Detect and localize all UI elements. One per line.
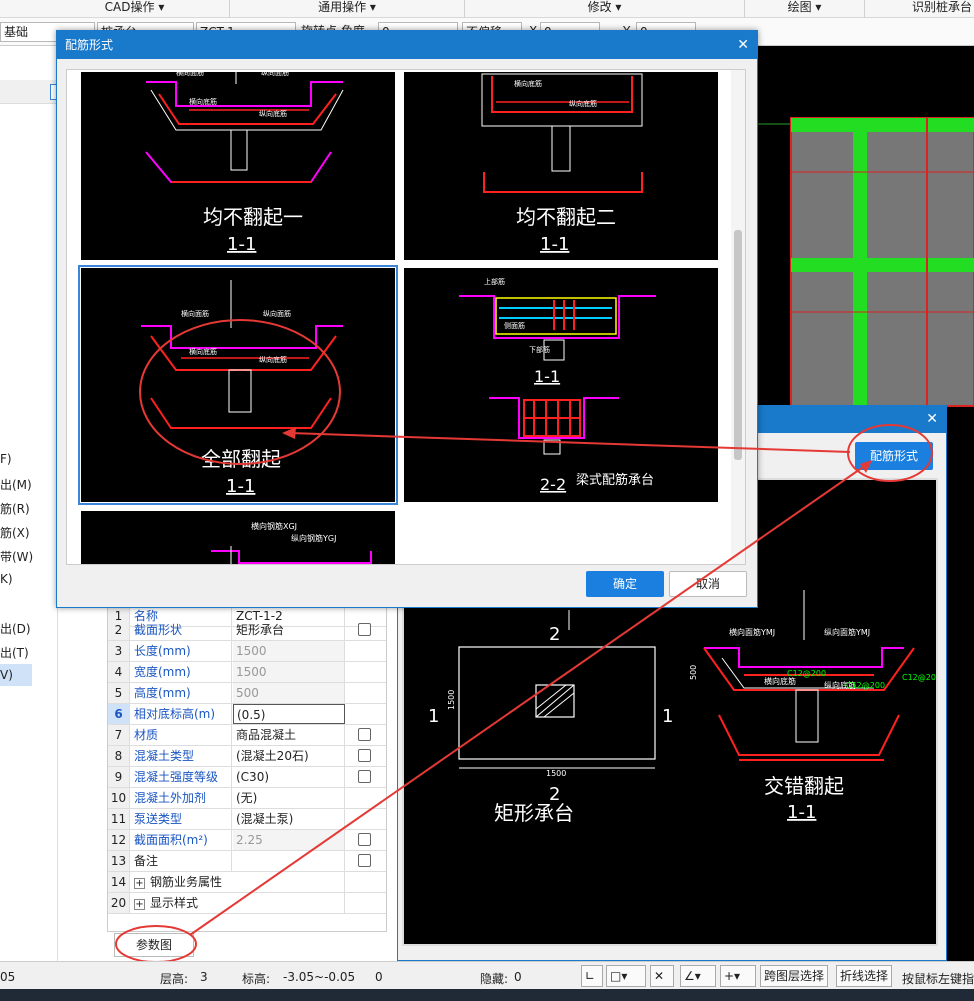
dynamic-input-icon[interactable]: +▾ [720,965,756,987]
status-zero: 0 [375,970,383,984]
ortho-icon[interactable]: ∟ [581,965,603,987]
status-left: 05 [0,970,16,984]
elev-label: 标高: [242,972,271,986]
angle-icon[interactable]: ∠▾ [680,965,716,987]
polyline-button[interactable]: 折线选择 [836,965,893,987]
floor-height-label: 层高: [160,972,189,986]
snap-icon[interactable]: □▾ [606,965,646,987]
hidden-label: 隐藏: [480,972,509,986]
annotation-overlay [115,319,933,963]
os-taskbar [0,989,974,1001]
elev-value: -3.05~-0.05 [283,970,356,984]
cross-icon[interactable]: ✕ [650,965,674,987]
cross-layer-button[interactable]: 跨图层选择 [760,965,829,987]
status-bar: 05 层高: 3 标高: -3.05~-0.05 0 隐藏: 0 ∟ □▾ ✕ … [0,961,974,989]
floor-height-value: 3 [200,970,208,984]
status-hint: 按鼠标左键指 [902,972,974,986]
hidden-value: 0 [514,970,522,984]
